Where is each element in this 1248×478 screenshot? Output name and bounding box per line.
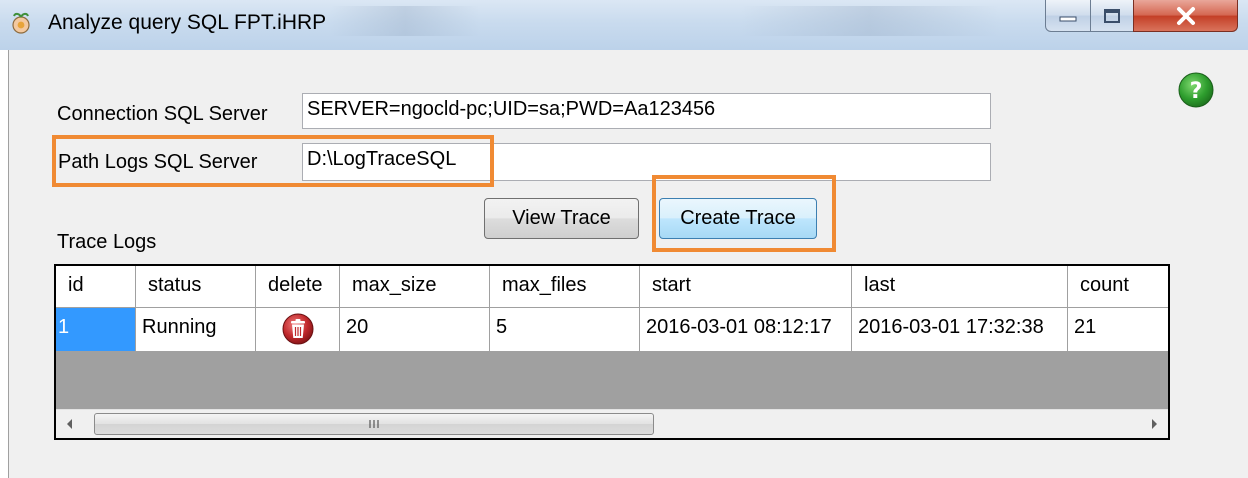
column-header-id[interactable]: id — [56, 266, 136, 308]
create-trace-highlight-annotation — [652, 175, 836, 252]
cell-id[interactable]: 1 — [56, 308, 136, 352]
scroll-right-arrow-icon[interactable] — [1140, 410, 1168, 438]
cell-last[interactable]: 2016-03-01 17:32:38 — [852, 308, 1068, 352]
minimize-icon — [1059, 16, 1077, 21]
column-header-delete[interactable]: delete — [256, 266, 340, 308]
path-highlight-annotation — [52, 135, 494, 187]
column-header-status[interactable]: status — [136, 266, 256, 308]
table-row[interactable]: 1 Running 20 5 2016-03-01 08:12:17 2016-… — [56, 308, 1168, 352]
cell-count[interactable]: 21 — [1068, 308, 1168, 352]
window-title: Analyze query SQL FPT.iHRP — [48, 11, 327, 34]
maximize-icon — [1104, 8, 1120, 23]
column-header-max-files[interactable]: max_files — [490, 266, 640, 308]
column-header-count[interactable]: count — [1068, 266, 1168, 308]
minimize-button[interactable] — [1045, 0, 1091, 32]
cell-max-files[interactable]: 5 — [490, 308, 640, 352]
help-question-icon[interactable]: ? — [1177, 71, 1215, 109]
view-trace-button[interactable]: View Trace — [484, 198, 639, 239]
close-icon — [1176, 6, 1195, 25]
column-header-max-size[interactable]: max_size — [340, 266, 490, 308]
background-blur — [740, 6, 1000, 36]
maximize-button[interactable] — [1090, 0, 1134, 32]
close-button[interactable] — [1133, 0, 1238, 32]
horizontal-scrollbar[interactable] — [56, 409, 1168, 438]
grid-header-row: id status delete max_size max_files star… — [56, 266, 1168, 308]
delete-trash-icon[interactable] — [281, 312, 315, 346]
column-header-last[interactable]: last — [852, 266, 1068, 308]
cell-delete[interactable] — [256, 308, 340, 352]
trace-logs-label: Trace Logs — [57, 231, 157, 253]
cell-start[interactable]: 2016-03-01 08:12:17 — [640, 308, 852, 352]
trace-logs-grid[interactable]: id status delete max_size max_files star… — [54, 264, 1170, 440]
title-bar[interactable]: Analyze query SQL FPT.iHRP — [0, 0, 1248, 50]
connection-string-input[interactable]: SERVER=ngocld-pc;UID=sa;PWD=Aa123456 — [302, 93, 991, 129]
connection-label: Connection SQL Server — [57, 103, 268, 125]
cell-max-size[interactable]: 20 — [340, 308, 490, 352]
scroll-left-arrow-icon[interactable] — [56, 410, 84, 438]
column-header-start[interactable]: start — [640, 266, 852, 308]
cell-status[interactable]: Running — [136, 308, 256, 352]
app-flower-icon — [12, 12, 30, 34]
svg-text:?: ? — [1190, 79, 1203, 104]
scrollbar-thumb[interactable] — [94, 413, 654, 435]
background-blur — [330, 6, 480, 36]
grip-icon — [369, 420, 379, 428]
